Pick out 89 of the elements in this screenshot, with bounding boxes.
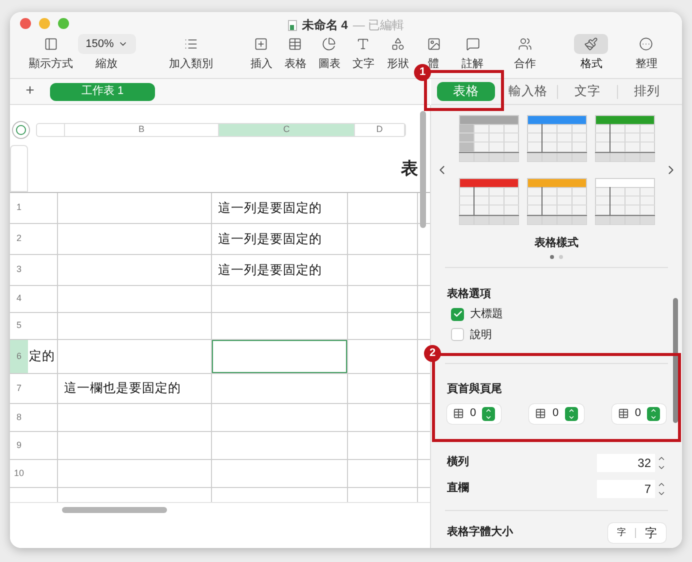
maximize-button[interactable] <box>58 18 69 28</box>
table-style-thumbnail[interactable] <box>594 115 654 162</box>
section-title: 頁首與頁尾 <box>447 382 503 397</box>
toolbar-label: 插入 <box>250 57 272 72</box>
inspector-tab[interactable]: 輸入格 <box>499 82 558 101</box>
stepper-arrows-icon[interactable] <box>482 406 496 420</box>
checkbox[interactable] <box>451 328 464 342</box>
checkbox-label: 說明 <box>470 328 492 342</box>
table-style-thumbnail[interactable] <box>594 178 654 225</box>
table-cell-text: 這一列是要固定的 <box>217 200 322 217</box>
column-header[interactable]: C <box>219 124 355 136</box>
stepper-value: 0 <box>634 406 641 422</box>
row-header[interactable]: 10 <box>10 460 28 487</box>
document-icon <box>288 20 297 30</box>
table-cell-text: 定的 <box>28 348 55 366</box>
toolbar-label: 體 <box>428 57 440 72</box>
toolbar-label: 縮放 <box>96 56 118 72</box>
zoom-dropdown[interactable]: 150% <box>78 34 136 54</box>
checkbox[interactable] <box>451 308 464 321</box>
table-style-thumbnail[interactable] <box>526 115 586 162</box>
row-header[interactable]: 5 <box>10 313 28 339</box>
inspector-tab[interactable]: 文字 <box>558 82 617 101</box>
inspector-tab[interactable]: 排列 <box>618 82 676 101</box>
shapes-icon <box>391 37 406 51</box>
brush-icon <box>584 37 598 51</box>
field-label: 橫列 <box>447 454 470 470</box>
edited-status: — 已編輯 <box>352 17 404 34</box>
toolbar-label: 顯示方式 <box>28 56 73 72</box>
toolbar-label: 合作 <box>514 57 536 72</box>
pie-chart-icon <box>322 37 336 51</box>
table-style-thumbnail[interactable] <box>526 178 586 225</box>
vertical-scrollbar[interactable] <box>673 298 678 423</box>
stepper-value: 0 <box>552 406 559 422</box>
window-title: 未命名 4 <box>302 17 348 34</box>
image-icon <box>426 37 441 51</box>
section-label: 表格樣式 <box>534 236 578 251</box>
sheet-tab[interactable]: 工作表 1 <box>50 82 155 100</box>
row-header[interactable]: 9 <box>10 432 28 459</box>
selected-cell-outline[interactable] <box>212 340 347 373</box>
field-label: 直欄 <box>447 480 470 496</box>
stepper-value: 0 <box>470 406 476 422</box>
vertical-scrollbar[interactable] <box>420 111 426 228</box>
inspector-tab[interactable]: 表格 <box>437 82 495 101</box>
table-icon <box>288 37 302 51</box>
count-stepper[interactable]: 0 <box>612 404 666 424</box>
number-field[interactable]: 7 <box>597 480 655 498</box>
table-cell-text: 這一欄也是要固定的 <box>63 380 181 398</box>
plus-square-icon <box>254 37 268 51</box>
column-header[interactable]: D <box>355 124 405 136</box>
table-title: 表 <box>401 158 418 180</box>
toolbar-label: 格式 <box>580 57 602 72</box>
toolbar-label: 文字 <box>352 56 374 72</box>
field-label: 表格字體大小 <box>447 524 514 540</box>
select-all-icon[interactable] <box>12 121 30 139</box>
row-header[interactable]: 2 <box>10 224 28 254</box>
toolbar-label: 整理 <box>635 57 658 72</box>
horizontal-scrollbar[interactable] <box>62 506 167 512</box>
stepper-arrows-icon[interactable] <box>647 406 660 420</box>
comment-icon <box>466 37 480 51</box>
row-header[interactable]: 4 <box>10 286 28 312</box>
people-icon <box>518 37 532 51</box>
toolbar-label: 加入類別 <box>169 57 214 72</box>
count-stepper[interactable]: 0 <box>447 404 502 424</box>
sidebar-icon <box>44 37 58 51</box>
section-title: 表格選項 <box>447 286 492 302</box>
table-style-thumbnail[interactable] <box>458 115 518 162</box>
row-header[interactable]: 1 <box>10 193 28 223</box>
stepper-arrows-icon[interactable] <box>564 406 578 420</box>
toolbar-button[interactable] <box>574 34 608 54</box>
toolbar-label: 表格 <box>284 57 306 72</box>
decrease-font-button[interactable]: 字 <box>608 526 635 540</box>
table-cell-text: 這一列是要固定的 <box>217 262 322 279</box>
text-icon <box>356 37 370 51</box>
add-sheet-button[interactable]: + <box>10 80 50 103</box>
row-header[interactable]: 7 <box>10 374 28 403</box>
toolbar-label: 形狀 <box>387 57 410 72</box>
table-cell-text: 這一列是要固定的 <box>217 230 322 248</box>
checkbox-label: 大標題 <box>470 307 503 322</box>
increase-font-button[interactable]: 字 <box>636 524 666 542</box>
close-button[interactable] <box>20 18 31 28</box>
row-header[interactable]: 6 <box>10 340 28 373</box>
row-header[interactable]: 3 <box>10 255 28 285</box>
table-style-thumbnail[interactable] <box>458 178 518 225</box>
toolbar-label: 圖表 <box>318 57 340 72</box>
toolbar-label: 註解 <box>462 56 484 72</box>
count-stepper[interactable]: 0 <box>529 404 584 424</box>
number-field[interactable]: 32 <box>597 454 655 472</box>
row-header[interactable]: 8 <box>10 404 28 431</box>
title-row-header <box>10 145 28 192</box>
